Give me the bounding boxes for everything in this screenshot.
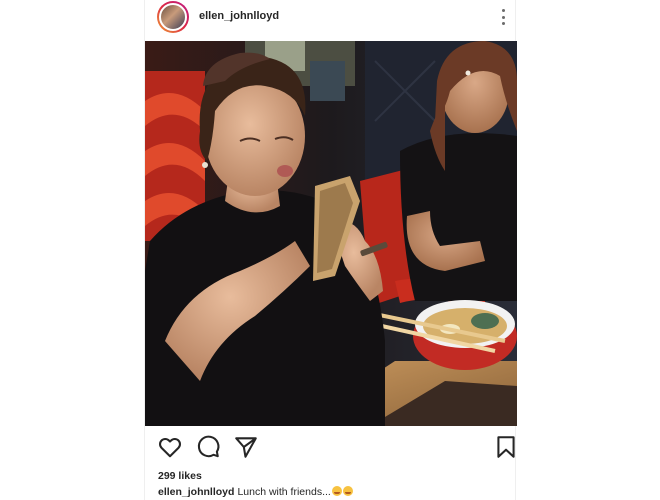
caption-username[interactable]: ellen_johnlloyd (158, 486, 234, 498)
more-options-button[interactable] (493, 6, 513, 28)
post-header: ellen_johnlloyd (145, 0, 517, 40)
post-photo[interactable] (145, 41, 517, 426)
post-caption: ellen_johnlloyd Lunch with friends... (158, 486, 353, 498)
like-button[interactable] (157, 434, 183, 460)
post-username[interactable]: ellen_johnlloyd (199, 10, 279, 22)
post-action-bar (145, 434, 517, 462)
comment-button[interactable] (195, 434, 221, 460)
avatar-image (159, 3, 187, 31)
bookmark-icon (497, 436, 515, 458)
heart-icon (159, 437, 181, 458)
more-dot-icon (501, 15, 505, 19)
save-button[interactable] (493, 434, 519, 460)
share-button[interactable] (233, 434, 259, 460)
profile-avatar[interactable] (157, 1, 189, 33)
likes-count[interactable]: 299 likes (158, 470, 202, 482)
kissing-face-icon (342, 486, 353, 496)
caption-text: Lunch with friends... (237, 486, 331, 498)
instagram-post: ellen_johnlloyd 299 likes ellen_johnlloy… (144, 0, 517, 500)
comment-bubble-icon (197, 435, 220, 458)
more-dot-icon (501, 9, 505, 12)
smiling-face-icon (331, 486, 342, 496)
more-dot-icon (501, 22, 505, 25)
post-photo-image (145, 41, 517, 426)
paper-plane-icon (235, 437, 257, 458)
